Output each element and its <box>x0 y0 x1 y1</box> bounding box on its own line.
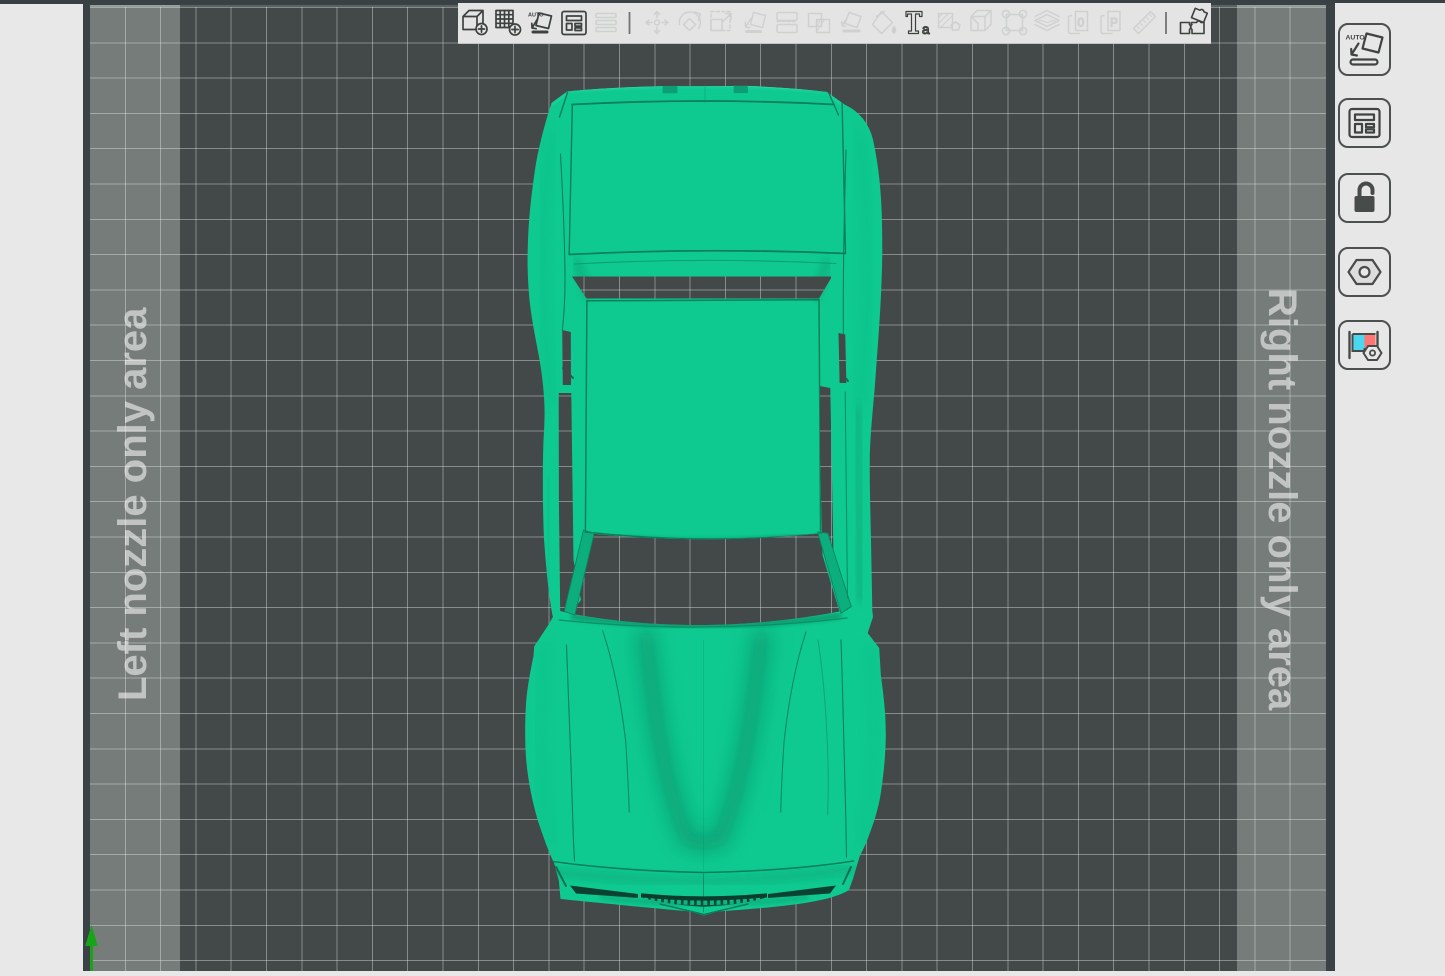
svg-text:P: P <box>1110 16 1118 30</box>
svg-text:0: 0 <box>1078 16 1085 30</box>
svg-text:a: a <box>922 22 930 37</box>
svg-text:AUTO: AUTO <box>1346 35 1365 42</box>
